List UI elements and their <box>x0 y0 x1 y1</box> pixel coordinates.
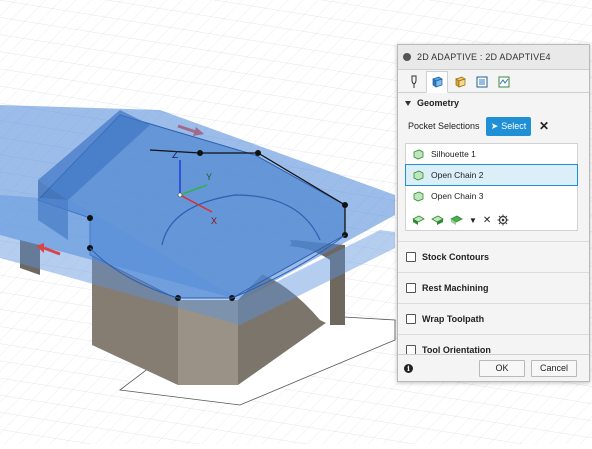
geometry-section-title: Geometry <box>417 98 460 108</box>
clear-selection-icon[interactable]: ✕ <box>539 119 549 133</box>
dialog-header[interactable]: 2D ADAPTIVE : 2D ADAPTIVE4 <box>398 45 589 70</box>
chain-point <box>255 150 261 156</box>
toolpath-dialog: 2D ADAPTIVE : 2D ADAPTIVE4 Geometry Pock… <box>397 44 590 382</box>
open-chain-icon <box>413 170 424 180</box>
cancel-button[interactable]: Cancel <box>531 359 577 377</box>
select-button[interactable]: ➤ Select <box>486 116 531 136</box>
dialog-title: 2D ADAPTIVE : 2D ADAPTIVE4 <box>417 52 551 62</box>
pocket-selections-label: Pocket Selections <box>408 121 480 131</box>
dropdown-caret-icon[interactable]: ▼ <box>469 216 477 225</box>
heights-tab-icon[interactable] <box>450 72 470 92</box>
open-chain-icon <box>413 191 424 201</box>
stock-contours-checkbox[interactable] <box>406 252 416 262</box>
ok-button[interactable]: OK <box>479 359 525 377</box>
chain-point <box>197 150 203 156</box>
add-silhouette-icon[interactable] <box>412 215 425 226</box>
select-button-label: Select <box>501 121 527 131</box>
geometry-tab-icon[interactable] <box>426 71 448 93</box>
dialog-tabs <box>398 70 589 93</box>
pocket-selections-row: Pocket Selections ➤ Select ✕ <box>398 113 589 139</box>
stock-contours-row[interactable]: Stock Contours <box>398 241 589 272</box>
chain-point <box>87 215 93 221</box>
expand-triangle-icon <box>405 100 411 106</box>
list-item[interactable]: Open Chain 2 <box>405 164 578 186</box>
info-icon[interactable]: i <box>404 363 413 373</box>
dialog-footer: i OK Cancel <box>398 354 589 381</box>
wrap-toolpath-checkbox[interactable] <box>406 314 416 324</box>
list-item-label: Open Chain 2 <box>431 170 484 180</box>
list-item[interactable]: Silhouette 1 <box>406 144 577 164</box>
selection-list: Silhouette 1 Open Chain 2 Open Chain 3 ▼… <box>405 143 578 231</box>
cursor-arrow-icon: ➤ <box>490 120 499 131</box>
silhouette-icon <box>413 149 424 159</box>
rest-machining-label: Rest Machining <box>422 283 489 293</box>
wrap-toolpath-label: Wrap Toolpath <box>422 314 485 324</box>
geometry-section-header[interactable]: Geometry <box>398 93 589 113</box>
passes-tab-icon[interactable] <box>472 72 492 92</box>
axis-z-label: Z <box>172 150 178 161</box>
add-chain-icon[interactable] <box>431 215 444 226</box>
add-face-icon[interactable] <box>450 215 463 226</box>
gear-icon[interactable] <box>497 214 509 226</box>
rest-machining-row[interactable]: Rest Machining <box>398 272 589 303</box>
list-toolbar: ▼ ✕ <box>412 214 515 226</box>
remove-icon[interactable]: ✕ <box>483 215 491 226</box>
wrap-toolpath-row[interactable]: Wrap Toolpath <box>398 303 589 334</box>
stock-contours-label: Stock Contours <box>422 252 490 262</box>
rest-machining-checkbox[interactable] <box>406 283 416 293</box>
linking-tab-icon[interactable] <box>494 72 514 92</box>
collapse-dot-icon[interactable] <box>403 53 411 61</box>
tool-tab-icon[interactable] <box>404 72 424 92</box>
axis-y-label: Y <box>206 172 212 182</box>
axis-x-label: X <box>211 216 217 226</box>
list-item-label: Silhouette 1 <box>431 149 476 159</box>
list-item[interactable]: Open Chain 3 <box>406 186 577 206</box>
chain-point <box>342 202 348 208</box>
list-item-label: Open Chain 3 <box>431 191 484 201</box>
